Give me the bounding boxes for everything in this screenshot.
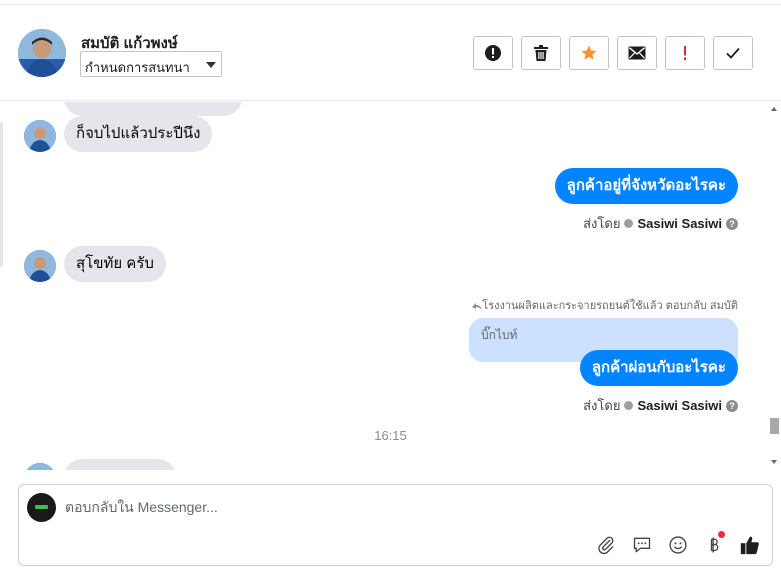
page-avatar xyxy=(27,493,56,522)
timestamp: 16:15 xyxy=(374,428,407,443)
scrollbar-thumb[interactable] xyxy=(770,418,779,434)
sender-name[interactable]: Sasiwi Sasiwi xyxy=(637,398,722,413)
help-icon[interactable]: ? xyxy=(726,399,738,412)
paperclip-icon xyxy=(598,536,614,555)
exclamation-icon xyxy=(684,46,686,60)
header-divider xyxy=(0,4,781,5)
baht-payment-icon xyxy=(710,537,719,553)
contact-avatar-small[interactable] xyxy=(24,250,56,282)
sender-name[interactable]: Sasiwi Sasiwi xyxy=(637,216,722,231)
payment-button[interactable] xyxy=(702,531,726,557)
exclamation-circle-icon xyxy=(485,45,501,61)
star-button[interactable] xyxy=(569,36,609,70)
contact-avatar[interactable] xyxy=(18,29,66,77)
incoming-message: สุโขทัย ครับ xyxy=(64,246,166,282)
reply-arrow-icon xyxy=(472,303,483,311)
mark-spam-button[interactable] xyxy=(473,36,513,70)
reply-context-text: โรงงานผลิตและกระจายรถยนต์ใช้แล้ว ตอบกลับ… xyxy=(482,300,738,312)
notification-dot xyxy=(718,531,725,538)
conversation-header: สมบัติ แก้วพงษ์ กำหนดการสนทนา xyxy=(0,0,781,101)
star-icon xyxy=(581,45,597,60)
attach-button[interactable] xyxy=(594,533,618,557)
sent-by-label: ส่งโดย xyxy=(583,216,621,231)
assign-conversation-dropdown[interactable]: กำหนดการสนทนา xyxy=(80,51,222,77)
message-bubble-partial xyxy=(64,459,176,470)
mark-unread-button[interactable] xyxy=(617,36,657,70)
verified-icon xyxy=(624,219,634,228)
sent-by-line: ส่งโดย Sasiwi Sasiwi ? xyxy=(583,213,738,234)
saved-replies-icon xyxy=(633,537,651,553)
emoji-button[interactable] xyxy=(666,533,690,557)
trash-icon xyxy=(534,45,548,61)
reply-composer xyxy=(18,484,773,566)
message-bubble-partial xyxy=(64,102,242,116)
delete-button[interactable] xyxy=(521,36,561,70)
help-icon[interactable]: ? xyxy=(726,217,738,230)
scroll-up-icon[interactable] xyxy=(771,107,777,111)
reply-context: โรงงานผลิตและกระจายรถยนต์ใช้แล้ว ตอบกลับ… xyxy=(472,296,738,314)
sent-by-line: ส่งโดย Sasiwi Sasiwi ? xyxy=(583,395,738,416)
contact-avatar-small[interactable] xyxy=(24,120,56,152)
chat-scrollbar[interactable] xyxy=(768,102,781,470)
contact-avatar-small[interactable] xyxy=(24,463,56,470)
assign-label: กำหนดการสนทนา xyxy=(85,60,190,75)
outgoing-message: ลูกค้าอยู่ที่จังหวัดอะไรคะ xyxy=(554,168,738,204)
incoming-message: ก็จบไปแล้วประปีนึง xyxy=(64,116,213,152)
outgoing-message: ลูกค้าผ่อนกับอะไรคะ xyxy=(579,350,738,386)
follow-up-button[interactable] xyxy=(665,36,705,70)
like-button[interactable] xyxy=(738,533,762,557)
chevron-down-icon xyxy=(206,62,216,68)
checkmark-icon xyxy=(726,47,740,59)
thumbs-up-icon xyxy=(740,536,759,555)
envelope-icon xyxy=(628,46,646,60)
emoji-icon xyxy=(669,536,687,554)
message-thread[interactable]: ก็จบไปแล้วประปีนึง ลูกค้าอยู่ที่จังหวัดอ… xyxy=(0,102,768,470)
scroll-down-icon[interactable] xyxy=(771,460,777,464)
sent-by-label: ส่งโดย xyxy=(583,398,621,413)
message-input[interactable] xyxy=(65,497,715,517)
mark-done-button[interactable] xyxy=(713,36,753,70)
verified-icon xyxy=(624,401,634,410)
saved-replies-button[interactable] xyxy=(630,533,654,557)
